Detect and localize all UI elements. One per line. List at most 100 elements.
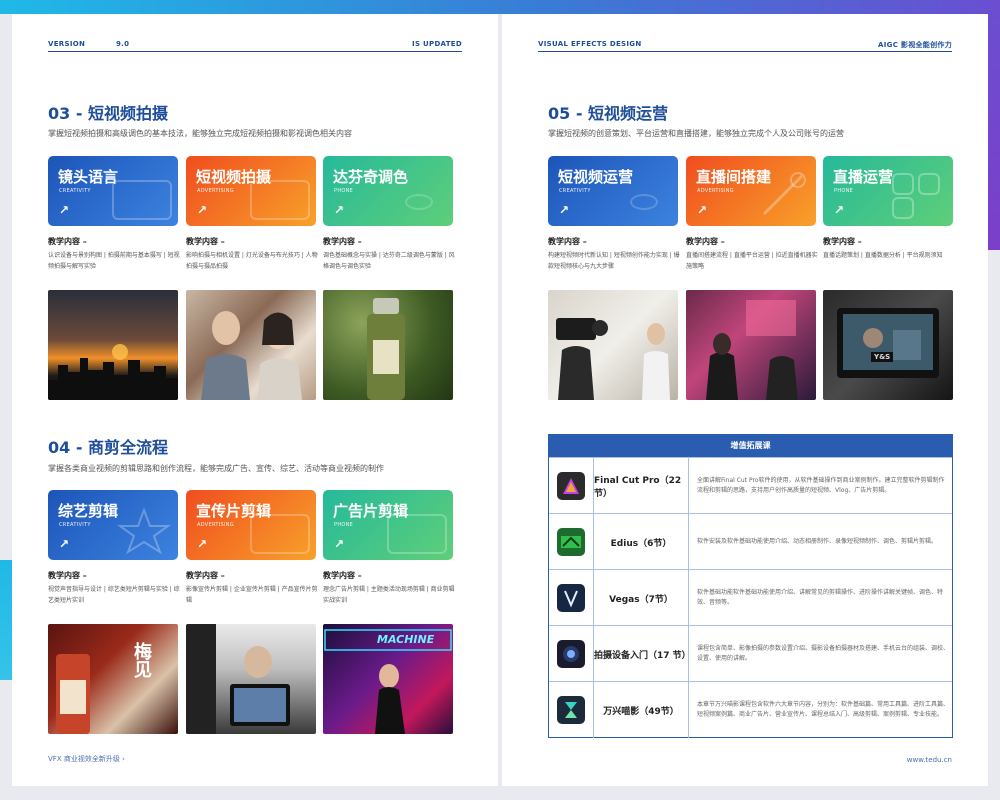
right-footer-link[interactable]: www.tedu.cn (907, 756, 952, 764)
card-subtitle: ADVERTISING (697, 188, 734, 194)
value-added-course-table: 增值拓展课 Final Cut Pro（22 节） 全面讲解Final Cut … (548, 434, 953, 738)
course-desc: 软件基础功能软件基础功能使用介绍、讲解常见的剪辑操作、进阶操作讲解关键帧、调色、… (697, 589, 944, 606)
neon-stage-photo: MACHINE (323, 624, 453, 734)
card-title: 广告片剪辑 (333, 502, 409, 520)
teaching-desc: 理念广告片剪辑 | 主题类活动现场剪辑 | 商业剪辑实战实训 (323, 586, 455, 604)
left-header: VERSION 9.0 IS UPDATED (48, 38, 462, 52)
version-number: 9.0 (116, 40, 130, 48)
course-name: 万兴喵影（49节） (593, 682, 689, 738)
camera-icon (557, 640, 585, 668)
section-04-subtitle: 掌握各类商业视频的剪辑思路和创作流程，能够完成广告、宣传、综艺、活动等商业视频的… (48, 464, 384, 473)
course-desc: 全面讲解Final Cut Pro软件的使用，从软件基础操作到商业案例制作。建立… (697, 477, 945, 494)
interview-photo (186, 290, 316, 400)
update-status: IS UPDATED (412, 40, 462, 48)
card-subtitle: ADVERTISING (197, 522, 234, 528)
teaching-label: 教学内容 – (323, 571, 362, 580)
teaching-label: 教学内容 – (186, 571, 225, 580)
card-promo-editing[interactable]: 宣传片剪辑 ADVERTISING ↗ (186, 490, 316, 560)
card-lens-language[interactable]: 镜头语言 CREATIVITY ↗ (48, 156, 178, 226)
arrow-icon: ↗ (59, 203, 70, 217)
card-decoration (630, 194, 658, 210)
arrow-icon: ↗ (334, 203, 345, 217)
right-header: VISUAL EFFECTS DESIGN AIGC 影视全能创作力 (538, 38, 952, 52)
wine-bottle-photo: 梅见 (48, 624, 178, 734)
card-title: 镜头语言 (58, 168, 119, 186)
card-title: 综艺剪辑 (58, 502, 119, 520)
teaching-desc: 调色基础概念与实操 | 达芬奇二级调色与蒙版 | 风格调色与调色实验 (323, 252, 455, 270)
arrow-icon: ↗ (834, 203, 845, 217)
card-subtitle: PHONE (334, 522, 354, 528)
teaching-desc: 视觉声音指导与设计 | 综艺类短片剪辑与实验 | 综艺类短片实训 (48, 586, 180, 604)
card-decoration (112, 180, 172, 220)
teaching-desc: 影像宣传片剪辑 | 企业宣传片剪辑 | 产品宣传片剪辑 (186, 586, 318, 604)
card-live-ops[interactable]: 直播运营 PHONE ↗ (823, 156, 953, 226)
table-row[interactable]: Final Cut Pro（22 节） 全面讲解Final Cut Pro软件的… (549, 457, 952, 514)
arrow-icon: ↗ (697, 203, 708, 217)
teaching-label: 教学内容 – (686, 237, 725, 246)
card-ad-editing[interactable]: 广告片剪辑 PHONE ↗ (323, 490, 453, 560)
card-title: 直播间搭建 (696, 168, 772, 186)
neon-sign-text: MACHINE (377, 633, 435, 646)
card-title: 短视频运营 (558, 168, 634, 186)
table-title: 增值拓展课 (549, 435, 952, 457)
card-davinci-grading[interactable]: 达芬奇调色 PHONE ↗ (323, 156, 453, 226)
camera-crew-photo (548, 290, 678, 400)
card-subtitle: PHONE (334, 188, 354, 194)
arrow-icon: ↗ (334, 537, 345, 551)
teaching-desc: 直播话题策划 | 直播数据分析 | 平台规则须知 (823, 252, 943, 259)
course-name: Vegas（7节） (593, 570, 689, 626)
teaching-desc: 认识设备与景别构图 | 拍摄前期与基本摄写 | 短视频拍摄与解写实验 (48, 252, 180, 270)
teaching-label: 教学内容 – (48, 237, 87, 246)
course-name: Edius（6节） (593, 514, 689, 570)
card-subtitle: PHONE (834, 188, 854, 194)
photo-calligraphy: 梅见 (131, 642, 152, 678)
left-gradient-band (0, 560, 12, 680)
header-right-text: AIGC 影视全能创作力 (878, 41, 952, 49)
product-bottle-photo (323, 290, 453, 400)
table-row[interactable]: 拍摄设备入门（17 节） 课程包含简单、影像拍摄的参数设置介绍、摄影设备拍摄器材… (549, 625, 952, 682)
course-name: Final Cut Pro（22 节） (593, 458, 689, 514)
card-title: 直播运营 (833, 168, 894, 186)
arrow-icon: ↗ (59, 537, 70, 551)
right-gradient-band (986, 0, 1000, 250)
arrow-icon: ↗ (197, 537, 208, 551)
final-cut-pro-icon (557, 472, 585, 500)
left-page: VERSION 9.0 IS UPDATED 03 - 短视频拍摄 掌握短视频拍… (12, 14, 498, 786)
section-03-title: 03 - 短视频拍摄 (48, 104, 169, 123)
teaching-label: 教学内容 – (323, 237, 362, 246)
teaching-desc: 影响拍摄与相机设置 | 灯光设备与布光技巧 | 人物拍摄与摄品拍摄 (186, 252, 318, 270)
course-name: 拍摄设备入门（17 节） (593, 626, 691, 682)
card-decoration (405, 194, 433, 210)
table-row[interactable]: Vegas（7节） 软件基础功能软件基础功能使用介绍、讲解常见的剪辑操作、进阶操… (549, 569, 952, 626)
table-row[interactable]: 万兴喵影（49节） 本章节万兴喵影课程包含软件六大章节内容，分别为：软件基础篇、… (549, 681, 952, 738)
card-subtitle: CREATIVITY (559, 188, 591, 194)
top-gradient-band (0, 0, 1000, 14)
card-short-video-shooting[interactable]: 短视频拍摄 ADVERTISING ↗ (186, 156, 316, 226)
card-title: 宣传片剪辑 (196, 502, 272, 520)
edius-icon (557, 528, 585, 556)
section-05-subtitle: 掌握短视频的创意策划、平台运营和直播搭建，能够独立完成个人及公司账号的运营 (548, 129, 844, 138)
card-title: 短视频拍摄 (196, 168, 272, 186)
teaching-label: 教学内容 – (823, 237, 862, 246)
right-page: VISUAL EFFECTS DESIGN AIGC 影视全能创作力 05 - … (502, 14, 988, 786)
left-footer-link[interactable]: VFX 商业视效全新升级 › (48, 754, 125, 764)
course-desc: 软件安装及软件基础功能使用介绍、动态相册制作、录像短视频制作、调色、剪辑片剪辑。 (697, 538, 938, 545)
card-variety-editing[interactable]: 综艺剪辑 CREATIVITY ↗ (48, 490, 178, 560)
card-subtitle: ADVERTISING (197, 188, 234, 194)
course-desc: 本章节万兴喵影课程包含软件六大章节内容，分别为：软件基础篇、常用工具篇、进阶工具… (697, 701, 950, 718)
arrow-icon: ↗ (559, 203, 570, 217)
vegas-icon (557, 584, 585, 612)
table-row[interactable]: Edius（6节） 软件安装及软件基础功能使用介绍、动态相册制作、录像短视频制作… (549, 513, 952, 570)
card-short-video-ops[interactable]: 短视频运营 CREATIVITY ↗ (548, 156, 678, 226)
card-live-room-setup[interactable]: 直播间搭建 ADVERTISING ↗ (686, 156, 816, 226)
card-subtitle: CREATIVITY (59, 188, 91, 194)
section-05-title: 05 - 短视频运营 (548, 104, 669, 123)
card-title: 达芬奇调色 (333, 168, 409, 186)
filmora-icon (557, 696, 585, 724)
teaching-desc: 构建短视频时代新认知 | 短视频创作能力实现 | 爆款短视频核心与九大步骤 (548, 252, 680, 270)
monitor-screen-photo: Y&S (823, 290, 953, 400)
header-left-text: VISUAL EFFECTS DESIGN (538, 40, 642, 48)
studio-set-photo (686, 290, 816, 400)
version-label: VERSION (48, 40, 86, 48)
teaching-label: 教学内容 – (548, 237, 587, 246)
